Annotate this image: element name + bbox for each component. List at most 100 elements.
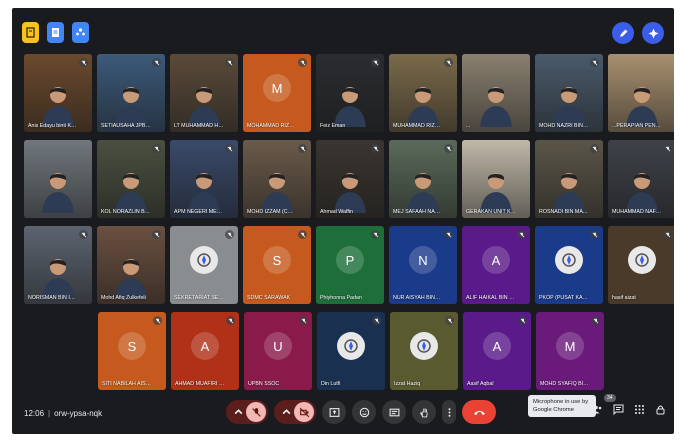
muted-mic-icon: [591, 316, 600, 325]
participant-name: AHMAD MUAFIRI BI...: [175, 381, 225, 387]
muted-mic-icon: [444, 144, 453, 153]
camera-off-icon[interactable]: [294, 402, 314, 422]
muted-mic-icon: [79, 230, 88, 239]
participant-tile[interactable]: P Phiyhonna Padan: [316, 226, 384, 304]
participant-name: Izzat Haziq: [394, 381, 421, 387]
participant-name: SEKRETARIAT SELA...: [174, 295, 224, 301]
end-call-icon: [473, 410, 485, 415]
more-options-button[interactable]: [442, 400, 456, 424]
participant-tile[interactable]: M MOHD SYAFIQ BIN ...: [536, 312, 604, 390]
participant-tile[interactable]: Anis Edayu binti Ka...: [24, 54, 92, 132]
participant-tile[interactable]: MUHAMMAD NAFIZ...: [608, 140, 674, 218]
participant-tile[interactable]: ROSNADI BIN MAT...: [535, 140, 603, 218]
mic-control[interactable]: [226, 400, 268, 424]
participant-tile[interactable]: MUHAMMAD RIZUL...: [389, 54, 457, 132]
participant-tile[interactable]: Feiz Eman: [316, 54, 384, 132]
participant-video: [608, 54, 674, 132]
participant-tile[interactable]: MEJ SAFAAH NABIL...: [389, 140, 457, 218]
muted-mic-icon: [79, 58, 88, 67]
participant-name: ...: [466, 123, 471, 129]
participant-tile[interactable]: APM NEGERI MELAKA: [170, 140, 238, 218]
participant-name: SETIAUSAHA JPBB...: [101, 123, 151, 129]
participant-name: MOHD SYAFIQ BIN ...: [540, 381, 590, 387]
participant-name: MEJ SAFAAH NABIL...: [393, 209, 443, 215]
notes-icon[interactable]: [22, 22, 39, 43]
participant-tile[interactable]: Mohd Afiq Zulkefeli: [97, 226, 165, 304]
host-controls-icon[interactable]: [655, 404, 666, 415]
participant-name: ...PERAPIAN PENGU...: [612, 123, 662, 129]
participant-tile[interactable]: N NUR AISYAH BINTI ...: [389, 226, 457, 304]
participant-tile[interactable]: SEKRETARIAT SELA...: [170, 226, 238, 304]
separator: |: [48, 409, 51, 418]
participant-name: Feiz Eman: [320, 123, 346, 129]
participant-tile[interactable]: A ALIF HAIKAL BIN RO...: [462, 226, 530, 304]
participant-tile[interactable]: ...PERAPIAN PENGU...: [608, 54, 674, 132]
participant-name: Ahmad Waffin: [320, 209, 353, 215]
participant-tile[interactable]: LT MUHAMMAD HA...: [170, 54, 238, 132]
gemini-icon[interactable]: [642, 22, 664, 44]
avatar: M: [556, 332, 584, 360]
participant-tile[interactable]: MOHD NAZRI BIN A...: [535, 54, 603, 132]
mic-in-use-tooltip: Microphone in use by Google Chrome: [528, 395, 596, 417]
participant-video: [24, 140, 92, 218]
chevron-up-icon[interactable]: [281, 407, 292, 418]
participant-name: PKOP (PUSAT KAWA...: [539, 295, 589, 301]
chevron-up-icon[interactable]: [233, 407, 244, 418]
participant-tile[interactable]: A AHMAD MUAFIRI BI...: [171, 312, 239, 390]
participant-tile[interactable]: hasif aizat: [608, 226, 674, 304]
muted-mic-icon: [371, 58, 380, 67]
participant-tile[interactable]: Din Lutfi: [317, 312, 385, 390]
more-vert-icon: [448, 407, 450, 417]
avatar: A: [482, 246, 510, 274]
participant-name: NORISMAN BIN IDRI...: [28, 295, 78, 301]
participant-tile[interactable]: ...: [462, 54, 530, 132]
participant-tile[interactable]: Ahmad Waffin: [316, 140, 384, 218]
participant-tile[interactable]: Izzat Haziq: [390, 312, 458, 390]
muted-mic-icon: [225, 58, 234, 67]
muted-mic-icon: [152, 230, 161, 239]
participant-name: SITI NABILAH AISYA...: [102, 381, 152, 387]
present-button[interactable]: [322, 400, 346, 424]
avatar: N: [409, 246, 437, 274]
chat-icon[interactable]: [613, 404, 624, 415]
participant-name: UPBN SSOC: [248, 381, 280, 387]
participant-tile[interactable]: NORISMAN BIN IDRI...: [24, 226, 92, 304]
hand-icon: [419, 407, 428, 417]
docs-icon[interactable]: [47, 22, 64, 43]
people-app-icon[interactable]: [72, 22, 89, 43]
participant-tile[interactable]: U UPBN SSOC: [244, 312, 312, 390]
muted-mic-icon: [590, 144, 599, 153]
profile-logo: [337, 332, 365, 360]
participant-tile[interactable]: [24, 140, 92, 218]
participant-name: hasif aizat: [612, 295, 636, 301]
emoji-button[interactable]: [352, 400, 376, 424]
participant-name: MUHAMMAD RIZUL...: [393, 123, 443, 129]
captions-button[interactable]: [382, 400, 406, 424]
edit-icon[interactable]: [612, 22, 634, 44]
participant-name: GERAKAN UNIT KES...: [466, 209, 516, 215]
participant-tile[interactable]: M MOHAMMAD RIZAL ...: [243, 54, 311, 132]
participant-name: MOHAMMAD RIZAL ...: [247, 123, 297, 129]
participant-tile[interactable]: MOHD IZZAM (COI...: [243, 140, 311, 218]
muted-mic-icon: [298, 58, 307, 67]
mic-off-icon[interactable]: [246, 402, 266, 422]
leave-call-button[interactable]: [462, 400, 496, 424]
top-left-toolbar: [22, 22, 89, 43]
activities-icon[interactable]: [634, 404, 645, 415]
participant-tile[interactable]: A Aasif Aqbal: [463, 312, 531, 390]
muted-mic-icon: [445, 316, 454, 325]
participant-tile[interactable]: SETIAUSAHA JPBB...: [97, 54, 165, 132]
raise-hand-button[interactable]: [412, 400, 436, 424]
participant-tile[interactable]: S SDMC SARAWAK: [243, 226, 311, 304]
participant-tile[interactable]: PKOP (PUSAT KAWA...: [535, 226, 603, 304]
muted-mic-icon: [372, 316, 381, 325]
muted-mic-icon: [590, 230, 599, 239]
participant-name: ALIF HAIKAL BIN RO...: [466, 295, 516, 301]
participant-tile[interactable]: KOL NORAZLIN BIN...: [97, 140, 165, 218]
camera-control[interactable]: [274, 400, 316, 424]
avatar: U: [264, 332, 292, 360]
participant-tile[interactable]: GERAKAN UNIT KES...: [462, 140, 530, 218]
participant-tile[interactable]: S SITI NABILAH AISYA...: [98, 312, 166, 390]
muted-mic-icon: [371, 230, 380, 239]
participant-name: LT MUHAMMAD HA...: [174, 123, 224, 129]
